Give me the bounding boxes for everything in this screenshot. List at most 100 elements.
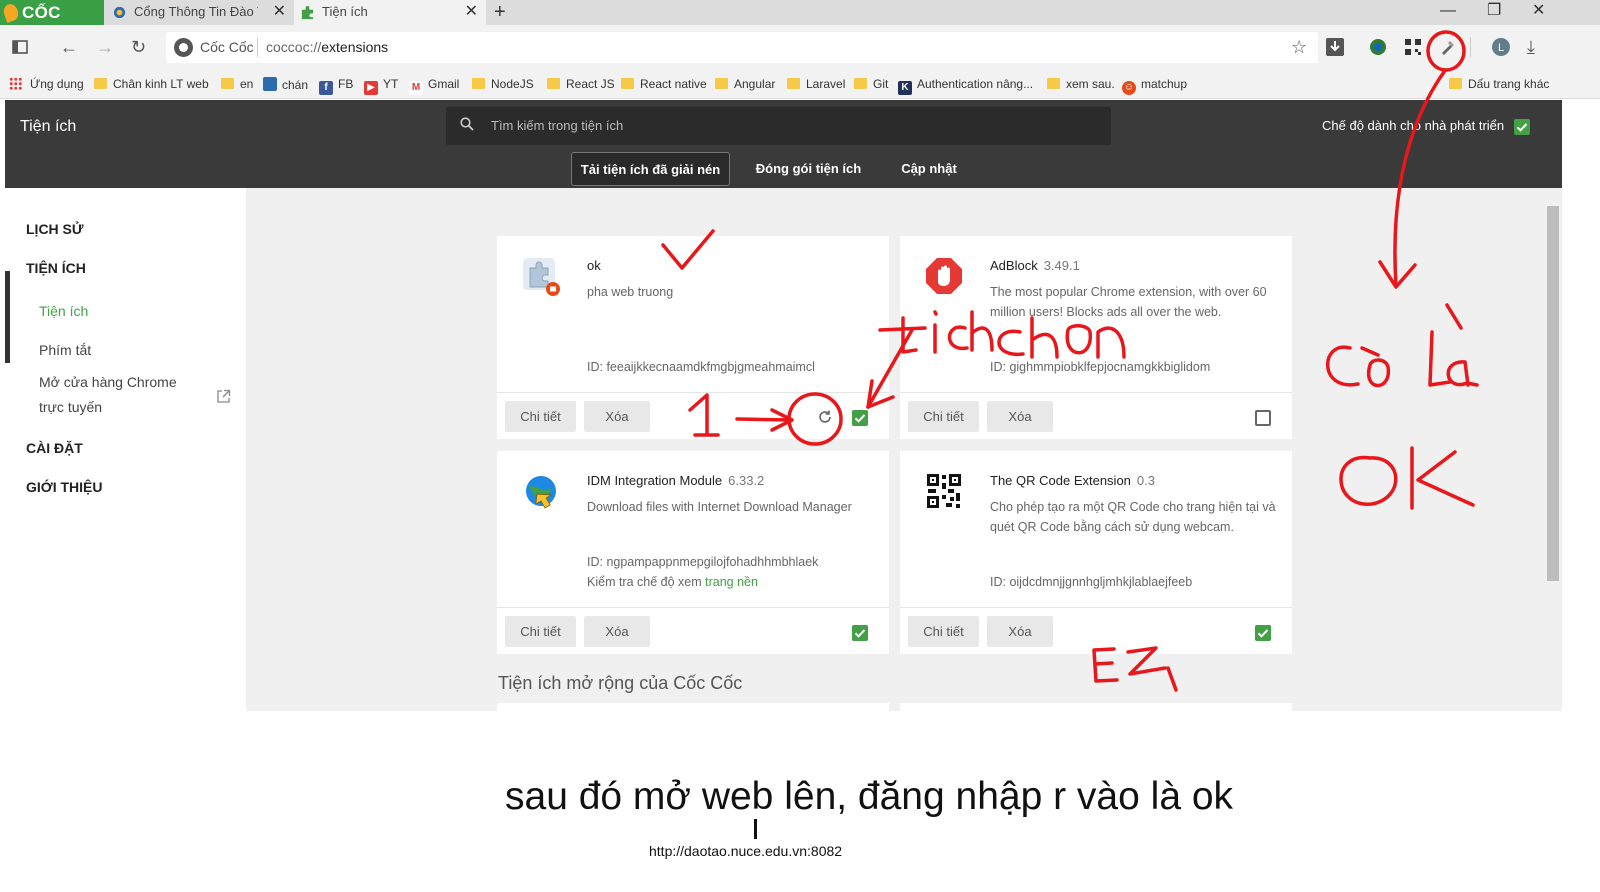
bookmark-folder[interactable]: xem sau. <box>1047 77 1115 91</box>
update-button[interactable]: Cập nhật <box>885 152 973 186</box>
enable-checkbox[interactable] <box>852 410 868 426</box>
restore-icon[interactable]: ❐ <box>1487 0 1501 25</box>
downloads-icon[interactable]: ⤓ <box>1527 37 1535 57</box>
address-bar[interactable]: Cốc Cốc coccoc://extensions <box>166 32 1318 63</box>
sidebar-item-extensions[interactable]: Tiện ích <box>39 299 88 324</box>
profile-avatar[interactable]: L <box>1491 37 1511 57</box>
extension-card: The QR Code Extension 0.3 Cho phép tạo ra… <box>900 451 1292 654</box>
close-window-icon[interactable]: ✕ <box>1532 0 1545 25</box>
coccoc-icon <box>174 38 193 57</box>
reload-icon[interactable]: ↻ <box>131 37 146 57</box>
bookmark-apps[interactable]: Ứng dụng <box>9 77 84 91</box>
scrollbar[interactable] <box>1546 188 1562 711</box>
sidebar: LỊCH SỬ TIỆN ÍCH Tiện ích Phím tắt Mở cử… <box>5 193 246 711</box>
remove-button[interactable]: Xóa <box>987 401 1053 432</box>
extension-id: ID: ngpampappnmepgilojfohadhhmbhlaek <box>587 555 819 569</box>
bookmark-link[interactable]: K Authentication nâng... <box>898 77 1033 95</box>
bookmark-folder[interactable]: Git <box>854 77 888 91</box>
reload-extension-icon[interactable] <box>817 409 833 425</box>
nuce-favicon-icon <box>263 77 277 91</box>
download-manager-icon[interactable] <box>1326 38 1344 56</box>
sidebar-toggle-icon[interactable] <box>12 40 28 54</box>
remove-button[interactable]: Xóa <box>987 616 1053 647</box>
search-input[interactable]: Tìm kiếm trong tiện ích <box>446 107 1111 145</box>
folder-icon <box>787 78 800 89</box>
developer-mode-checkbox[interactable] <box>1514 119 1530 135</box>
svg-text:L: L <box>1498 42 1504 54</box>
extension-name: IDM Integration Module 6.33.2 <box>587 473 765 488</box>
tab-extensions[interactable]: Tiện ích ✕ <box>294 0 486 25</box>
address-url[interactable]: coccoc://extensions <box>266 39 388 55</box>
gmail-icon: M <box>409 81 423 95</box>
bookmark-link[interactable]: M Gmail <box>409 77 459 95</box>
folder-icon <box>1047 78 1060 89</box>
sidebar-about[interactable]: GIỚI THIỆU <box>26 479 103 495</box>
sidebar-extensions[interactable]: TIỆN ÍCH <box>26 260 86 276</box>
url-note: http://daotao.nuce.edu.vn:8082 <box>649 843 843 859</box>
bookmark-folder[interactable]: Chân kinh LT web <box>94 77 209 91</box>
back-icon[interactable]: ← <box>60 37 78 57</box>
extension-description: Download files with Internet Download Ma… <box>587 500 852 514</box>
enable-checkbox[interactable] <box>852 625 868 641</box>
bookmark-folder[interactable]: NodeJS <box>472 77 534 91</box>
external-link-icon[interactable] <box>216 389 231 404</box>
details-button[interactable]: Chi tiết <box>908 401 979 432</box>
bookmark-link[interactable]: f FB <box>319 77 353 95</box>
folder-icon <box>472 78 485 89</box>
minimize-icon[interactable]: — <box>1440 0 1456 25</box>
search-placeholder: Tìm kiếm trong tiện ích <box>491 118 624 133</box>
extension-id: ID: gighmmpiobklfepjocnamgkkbiglidom <box>990 360 1211 374</box>
tab-dao-tao[interactable]: Cổng Thông Tin Đào Tạo ✕ <box>106 0 294 25</box>
sidebar-item-shortcuts[interactable]: Phím tắt <box>39 338 91 363</box>
folder-icon <box>621 78 634 89</box>
enable-checkbox[interactable] <box>1255 625 1271 641</box>
card-footer: Chi tiết Xóa <box>900 607 1292 654</box>
bookmark-other[interactable]: Dấu trang khác <box>1449 77 1549 91</box>
tab-title: Tiện ích <box>322 4 368 19</box>
tab-title: Cổng Thông Tin Đào Tạo <box>134 4 258 19</box>
load-unpacked-button[interactable]: Tải tiện ích đã giải nén <box>571 152 730 186</box>
developer-mode-label: Chế độ dành cho nhà phát triển <box>1322 118 1505 133</box>
folder-icon <box>221 78 234 89</box>
browser-toolbar: ← → ↻ Cốc Cốc coccoc://extensions ☆ L ⤓ <box>0 25 1600 70</box>
remove-button[interactable]: Xóa <box>584 401 650 432</box>
close-tab-icon[interactable]: ✕ <box>273 0 286 24</box>
bookmark-link[interactable]: ▶ YT <box>364 77 398 95</box>
bookmark-folder[interactable]: en <box>221 77 253 91</box>
folder-icon <box>547 78 560 89</box>
sidebar-item-webstore-cont[interactable]: trực tuyến <box>39 395 102 420</box>
bookmark-folder[interactable]: React native <box>621 77 707 91</box>
page-title: Tiện ích <box>20 118 77 135</box>
k-favicon-icon: K <box>898 81 912 95</box>
sidebar-history[interactable]: LỊCH SỬ <box>26 221 84 237</box>
extensions-header: Tiện ích Tìm kiếm trong tiện ích Chế độ … <box>5 100 1562 188</box>
bookmark-folder[interactable]: Angular <box>715 77 775 91</box>
sidebar-item-webstore[interactable]: Mở cửa hàng Chrome <box>39 370 177 395</box>
bookmark-folder[interactable]: Laravel <box>787 77 845 91</box>
enable-checkbox[interactable] <box>1255 410 1271 426</box>
sidebar-settings[interactable]: CÀI ĐẶT <box>26 440 83 456</box>
new-tab-icon[interactable]: + <box>494 0 506 24</box>
background-page-link[interactable]: trang nền <box>705 575 758 589</box>
details-button[interactable]: Chi tiết <box>505 616 576 647</box>
coccoc-logo[interactable]: CỐC CỐC <box>0 0 104 47</box>
remove-button[interactable]: Xóa <box>584 616 650 647</box>
pack-extension-button[interactable]: Đóng gói tiện ích <box>746 152 871 186</box>
close-tab-icon[interactable]: ✕ <box>465 0 478 24</box>
scrollbar-thumb[interactable] <box>1547 206 1559 581</box>
extension-tool-icon[interactable] <box>1439 38 1457 56</box>
adblock-icon <box>926 258 962 294</box>
details-button[interactable]: Chi tiết <box>908 616 979 647</box>
details-button[interactable]: Chi tiết <box>505 401 576 432</box>
bookmark-link[interactable]: ☺ matchup <box>1122 77 1187 95</box>
text-cursor <box>754 819 757 839</box>
folder-icon <box>854 78 867 89</box>
nuce-favicon-icon <box>113 6 126 19</box>
bookmark-star-icon[interactable]: ☆ <box>1291 37 1307 57</box>
bookmark-link[interactable]: chán <box>263 77 308 92</box>
forward-icon[interactable]: → <box>96 37 114 57</box>
idm-icon[interactable] <box>1369 38 1387 56</box>
qr-code-icon[interactable] <box>1404 38 1422 56</box>
extension-card: AdBlock 3.49.1 The most popular Chrome ex… <box>900 236 1292 439</box>
bookmark-folder[interactable]: React JS <box>547 77 615 91</box>
